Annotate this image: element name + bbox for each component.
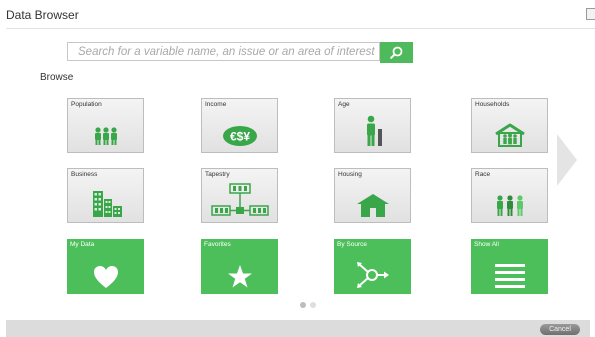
title-bar: Data Browser [0,0,595,29]
population-icon [94,127,117,145]
search-button[interactable] [380,42,413,63]
tile-income[interactable]: Income €$¥ [201,98,278,153]
footer-bar [6,320,590,337]
tile-label: Business [71,171,98,178]
tile-age[interactable]: Age [334,98,411,153]
tile-population[interactable]: Population [67,98,144,153]
search-bar [67,42,413,63]
tile-race[interactable]: Race [471,168,548,223]
race-icon [496,195,523,216]
age-icon [366,115,382,146]
next-page-arrow-icon[interactable] [557,134,577,186]
search-input[interactable] [67,42,380,61]
heart-icon [93,266,118,288]
tile-my-data[interactable]: My Data [67,239,144,294]
close-button[interactable] [586,8,595,20]
pagination-dots [300,302,316,308]
tile-label: Population [71,101,102,108]
tile-label: Age [338,101,350,108]
households-icon [494,123,525,147]
tile-show-all[interactable]: Show All [471,239,548,294]
browse-label: Browse [40,72,74,83]
income-icon: €$¥ [222,126,257,146]
tapestry-icon [210,183,269,216]
search-icon [390,46,403,59]
star-icon [227,265,252,288]
tile-business[interactable]: Business [67,168,144,223]
tile-label: Show All [474,241,499,248]
tile-label: By Source [337,241,367,248]
page-dot-1[interactable] [300,302,306,308]
list-icon [494,264,525,288]
tile-households[interactable]: Households [471,98,548,153]
tile-by-source[interactable]: By Source [334,239,411,294]
tile-housing[interactable]: Housing [334,168,411,223]
tile-label: Favorites [204,241,231,248]
window-title: Data Browser [6,8,79,22]
tile-label: My Data [70,241,95,248]
cancel-button[interactable]: Cancel [540,324,580,335]
tile-label: Tapestry [205,171,230,178]
tile-label: Households [475,101,510,108]
tile-label: Housing [338,171,362,178]
page-dot-2[interactable] [310,302,316,308]
business-icon [92,191,122,217]
tile-label: Race [475,171,491,178]
tile-tapestry[interactable]: Tapestry [201,168,278,223]
svg-text:€$¥: €$¥ [229,130,249,144]
tile-label: Income [205,101,227,108]
left-edge [0,28,6,337]
source-icon [356,262,389,288]
housing-icon [356,194,389,217]
tile-favorites[interactable]: Favorites [201,239,278,294]
